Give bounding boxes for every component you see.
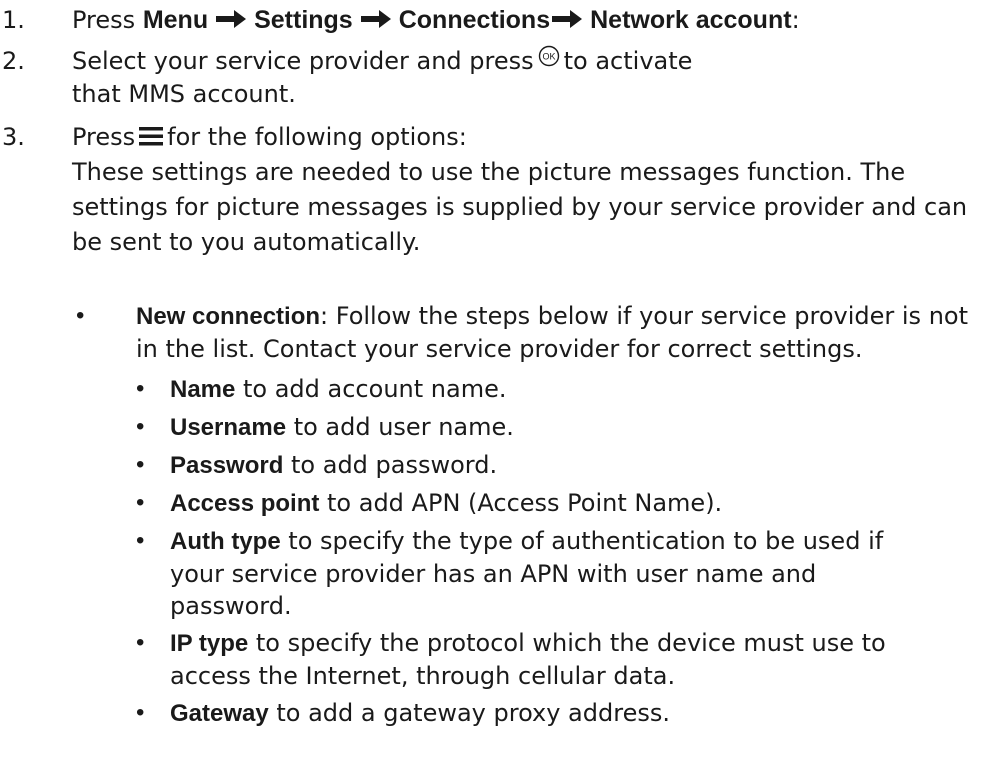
list-item: • Access point to add APN (Access Point … bbox=[136, 487, 1000, 520]
bullet-desc: to add password. bbox=[283, 451, 498, 479]
bullet-text: IP type to specify the protocol which th… bbox=[170, 627, 960, 692]
bullet-dot: • bbox=[76, 302, 85, 329]
bullet-desc: to add account name. bbox=[235, 375, 507, 403]
bullet-dot: • bbox=[136, 489, 145, 516]
step-1: 1. Press Menu Settings Connections Network … bbox=[2, 4, 992, 37]
list-item: • Username to add user name. bbox=[136, 411, 1000, 444]
menu-path-network-account: Network account bbox=[590, 6, 792, 34]
document-page: 1. Press Menu Settings Connections Network … bbox=[0, 0, 1000, 757]
menu-path-connections: Connections bbox=[398, 6, 551, 34]
bullet-term: Username bbox=[170, 414, 287, 441]
bullet-desc: to add user name. bbox=[286, 413, 514, 441]
step-2-text-before: Select your service provider and press bbox=[72, 47, 534, 75]
bullet-desc: to add APN (Access Point Name). bbox=[319, 489, 723, 517]
step-3-paragraph: These settings are needed to use the pic… bbox=[72, 158, 968, 256]
step-1-press: Press bbox=[72, 6, 136, 34]
bullet-text: New connection: Follow the steps below i… bbox=[136, 300, 996, 365]
bullet-dot: • bbox=[136, 375, 145, 402]
step-number: 3. bbox=[2, 123, 25, 151]
step-3: 3. Press for the following options: These… bbox=[2, 121, 992, 260]
step-3-line: Press for the following options: bbox=[72, 121, 992, 154]
sub-bullet-list: • Name to add account name. • Username t… bbox=[136, 373, 1000, 730]
list-item: • Name to add account name. bbox=[136, 373, 1000, 406]
bullet-term: Auth type bbox=[170, 528, 281, 555]
step-1-body: Press Menu Settings Connections Network acc… bbox=[72, 4, 992, 37]
list-item: • Gateway to add a gateway proxy address… bbox=[136, 697, 1000, 730]
step-1-colon: : bbox=[791, 6, 800, 34]
bullet-desc: to add a gateway proxy address. bbox=[268, 699, 670, 727]
step-3-text-before: Press bbox=[72, 123, 136, 151]
bullet-text: Username to add user name. bbox=[170, 411, 990, 444]
bullet-term: Name bbox=[170, 376, 236, 403]
bullet-dot: • bbox=[136, 527, 145, 554]
bullet-text: Gateway to add a gateway proxy address. bbox=[170, 697, 990, 730]
bullet-dot: • bbox=[136, 699, 145, 726]
bullet-text: Name to add account name. bbox=[170, 373, 990, 406]
bullet-text: Auth type to specify the type of authent… bbox=[170, 525, 930, 622]
list-item: • Password to add password. bbox=[136, 449, 1000, 482]
arrow-right-icon bbox=[552, 10, 583, 28]
arrow-right-icon bbox=[216, 10, 247, 28]
bullet-text: Password to add password. bbox=[170, 449, 990, 482]
bullet-term: Gateway bbox=[170, 700, 269, 727]
bullet-term: Access point bbox=[170, 490, 320, 517]
arrow-right-icon bbox=[360, 10, 391, 28]
list-item: • New connection: Follow the steps below… bbox=[36, 300, 1000, 365]
bullet-term: New connection bbox=[136, 303, 321, 330]
step-2-body: Select your service provider and press OK… bbox=[72, 45, 712, 111]
step-3-body: Press for the following options: These se… bbox=[72, 121, 992, 260]
bullet-term: Password bbox=[170, 452, 284, 479]
step-number: 2. bbox=[2, 47, 25, 75]
list-item: • Auth type to specify the type of authe… bbox=[136, 525, 1000, 622]
bullet-text: Access point to add APN (Access Point Na… bbox=[170, 487, 990, 520]
bullet-term: IP type bbox=[170, 630, 249, 657]
list-item: • IP type to specify the protocol which … bbox=[136, 627, 1000, 692]
step-3-text-after: for the following options: bbox=[167, 123, 467, 151]
bullet-desc: to specify the protocol which the device… bbox=[170, 629, 886, 690]
step-2: 2. Select your service provider and pres… bbox=[2, 45, 992, 111]
menu-icon bbox=[139, 127, 164, 146]
svg-text:OK: OK bbox=[542, 52, 555, 62]
menu-path-menu: Menu bbox=[142, 6, 209, 34]
ok-button-icon: OK bbox=[538, 45, 559, 67]
bullet-dot: • bbox=[136, 629, 145, 656]
bullet-dot: • bbox=[136, 413, 145, 440]
bullet-list: • New connection: Follow the steps below… bbox=[36, 300, 1000, 735]
menu-path-settings: Settings bbox=[254, 6, 353, 34]
bullet-dot: • bbox=[136, 451, 145, 478]
step-number: 1. bbox=[2, 6, 25, 34]
